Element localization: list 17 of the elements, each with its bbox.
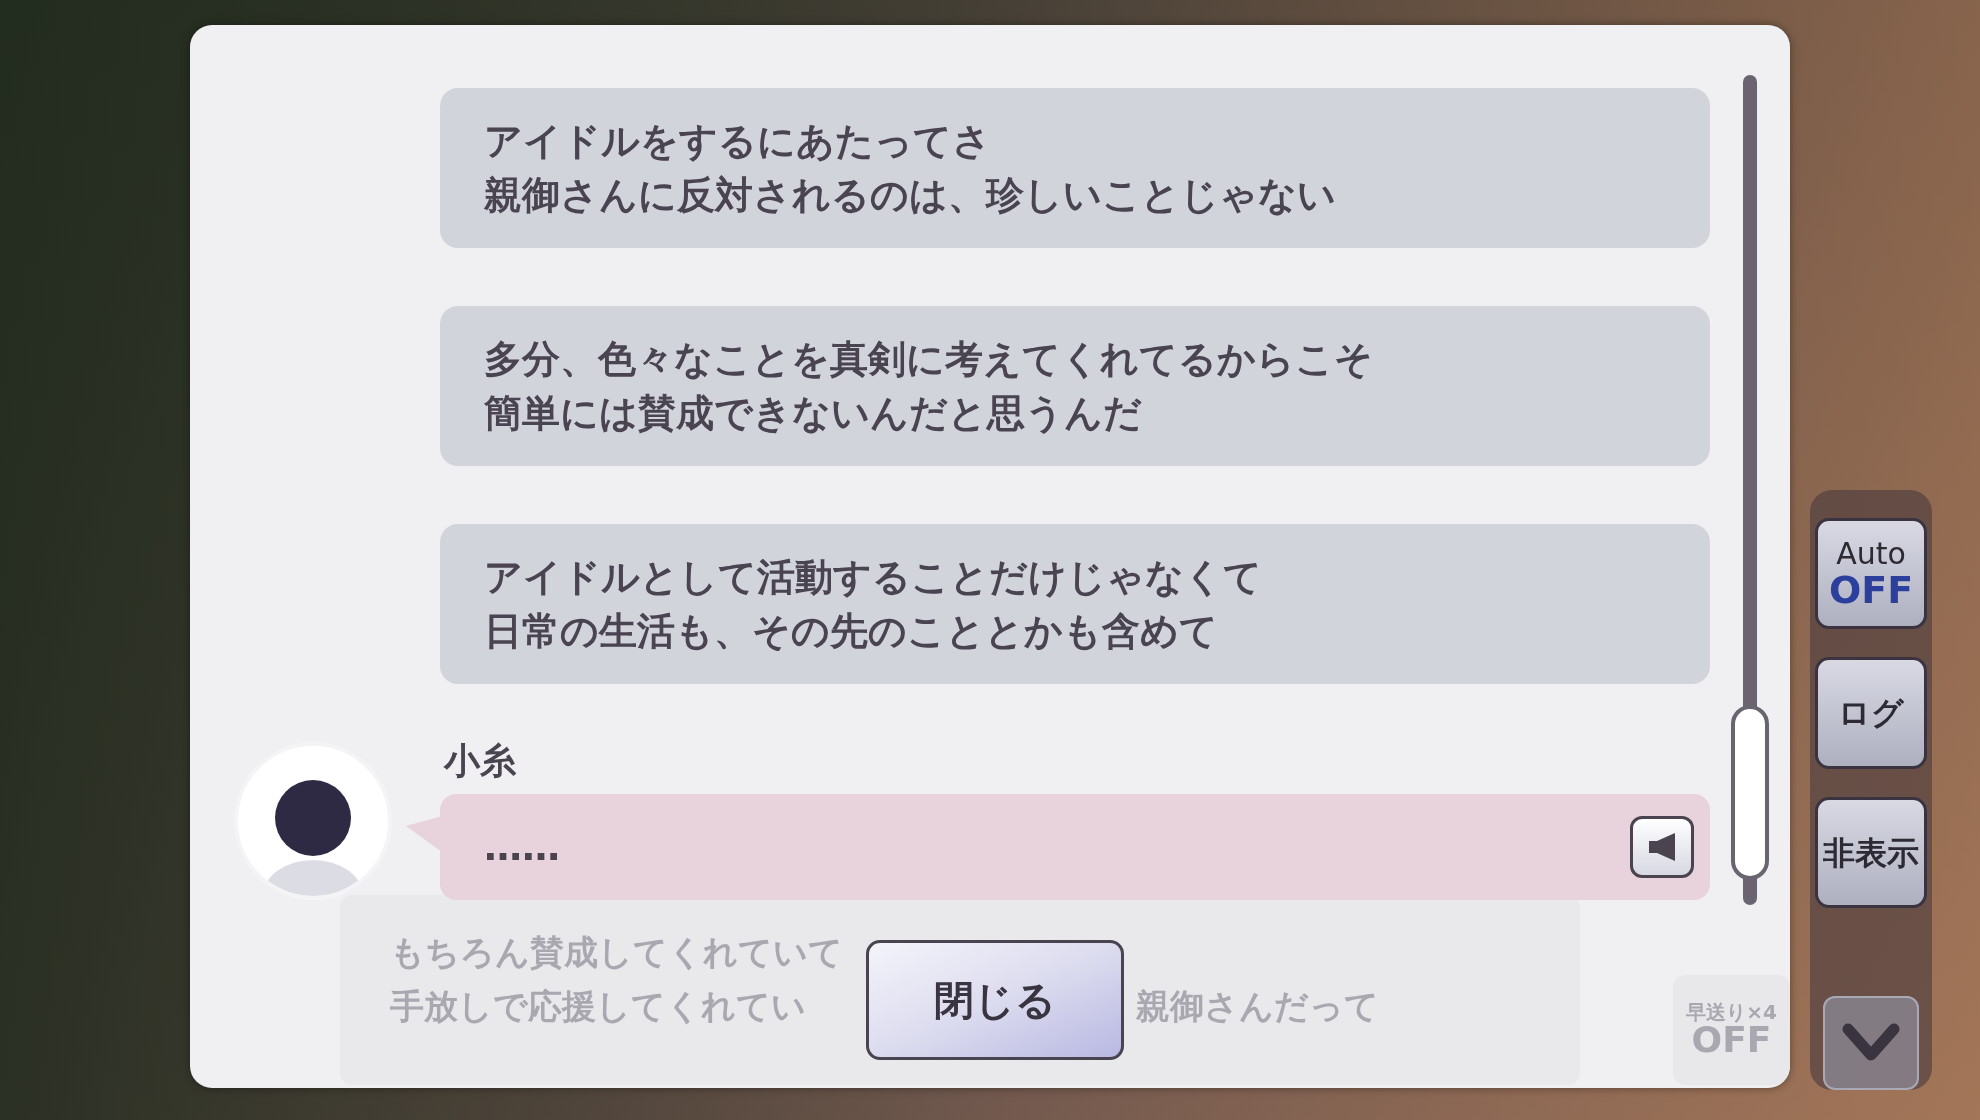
chevron-down-button[interactable] — [1823, 996, 1919, 1090]
menu-button[interactable]: ログ — [1815, 657, 1927, 769]
faint-message-text: 親御さんだって — [1136, 985, 1379, 1028]
voice-replay-button[interactable] — [1630, 816, 1694, 878]
message-line: アイドルをするにあたってさ — [484, 118, 991, 165]
speaker-name: 小糸 — [444, 739, 516, 783]
message-line: 日常の生活も、その先のこととかも含めて — [484, 608, 1218, 655]
faint-message-text: もちろん賛成してくれていて — [390, 931, 843, 974]
message-line: アイドルとして活動することだけじゃなくて — [484, 554, 1262, 601]
close-button[interactable]: 閉じる — [866, 940, 1124, 1060]
faint-message-text: 手放しで応援してくれてい — [390, 985, 806, 1028]
message-line: 簡単には賛成できないんだと思うんだ — [484, 390, 1142, 437]
message-line: …… — [484, 823, 560, 871]
message-line: 多分、色々なことを真剣に考えてくれてるからこそ — [484, 336, 1373, 383]
auto-toggle-button[interactable]: Auto OFF — [1815, 518, 1927, 630]
message-line: 親御さんに反対されるのは、珍しいことじゃない — [484, 172, 1336, 219]
menu-button[interactable]: 非表示 — [1815, 796, 1927, 909]
